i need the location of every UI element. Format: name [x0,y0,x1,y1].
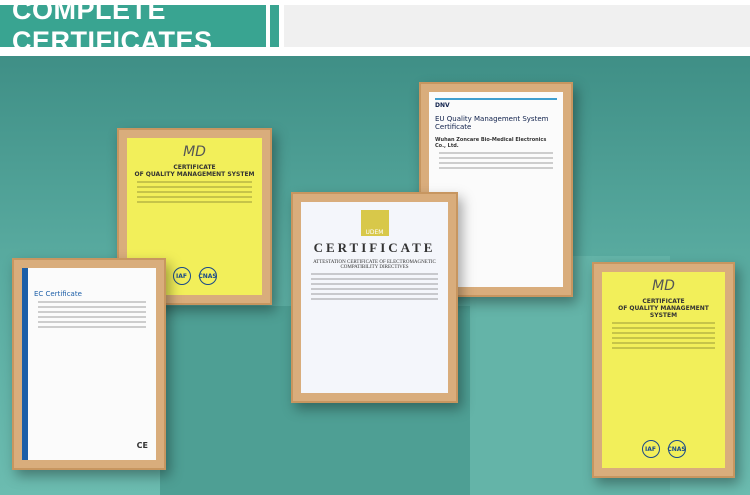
cnas-logo: CNAS [667,440,686,458]
dnv-logo: DNV [435,98,557,109]
certificate-display-scene: MD CERTIFICATE OF QUALITY MANAGEMENT SYS… [0,56,750,495]
certificate-heading: EC Certificate [34,290,82,298]
title-accent-bar [270,5,279,47]
certificate-frame-qms-right: MD CERTIFICATE OF QUALITY MANAGEMENT SYS… [592,262,735,478]
certificate-subheading: OF QUALITY MANAGEMENT SYSTEM [134,171,255,178]
certificate-heading: EU Quality Management System Certificate [435,115,549,131]
section-title-text: COMPLETE CERTIFICATES [12,0,213,56]
certificate-subheading: ATTESTATION CERTIFICATE OF ELECTROMAGNET… [313,260,436,270]
cnas-logo: CNAS [198,267,217,285]
certificate-heading: CERTIFICATE [313,240,436,255]
section-title: COMPLETE CERTIFICATES [0,0,266,56]
certificate-frame-udem: UDEM CERTIFICATE ATTESTATION CERTIFICATE… [291,192,458,403]
certificate-heading: CERTIFICATE [642,298,685,305]
certificate-frame-ec: EC Certificate CE [12,258,166,470]
certificate-subheading: OF QUALITY MANAGEMENT SYSTEM [618,305,709,319]
iaf-logo: IAF [641,440,660,458]
title-background-bar [284,5,750,47]
udem-logo: UDEM [360,210,389,236]
certificate-company: Wuhan Zoncare Bio-Medical Electronics Co… [435,137,547,149]
ce-mark: CE [136,441,148,450]
iaf-logo: IAF [172,267,191,285]
certificate-heading: CERTIFICATE [173,164,216,171]
